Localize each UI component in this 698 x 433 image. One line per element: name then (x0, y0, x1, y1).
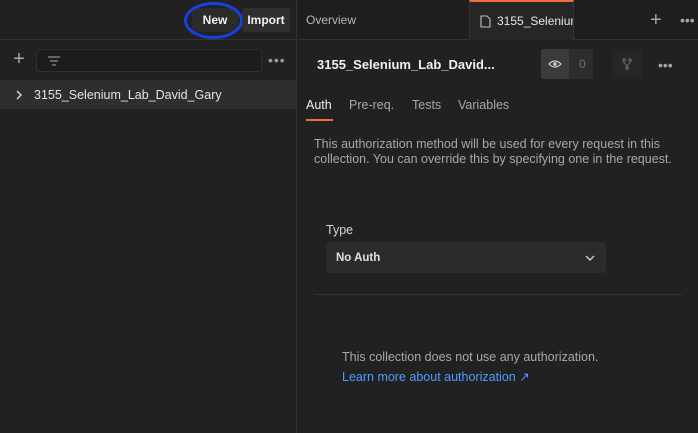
sidebar-item-collection[interactable]: 3155_Selenium_Lab_David_Gary (0, 80, 297, 109)
filter-input[interactable] (36, 49, 262, 72)
main-pane: Overview 3155_Selenium_Lab_David_Gary + … (298, 0, 698, 433)
new-button[interactable]: New (192, 8, 238, 32)
fork-icon (622, 58, 632, 70)
tab-overview[interactable]: Overview (306, 13, 356, 27)
subtab-bar: Auth Pre-req. Tests Variables (298, 90, 698, 121)
watch-button[interactable]: 0 (541, 49, 593, 79)
tab-collection-label: 3155_Selenium_Lab_David_Gary (497, 14, 573, 28)
chevron-down-icon (585, 255, 595, 261)
more-options-icon[interactable]: ••• (268, 52, 286, 68)
header-more-icon[interactable]: ••• (658, 57, 673, 73)
fork-button[interactable] (612, 49, 642, 79)
active-tab-indicator (306, 119, 333, 121)
document-icon (480, 14, 491, 28)
auth-description: This authorization method will be used f… (314, 137, 672, 166)
learn-more-link[interactable]: Learn more about authorization ↗ (342, 369, 530, 384)
tab-more-icon[interactable]: ••• (680, 12, 695, 28)
tab-tests[interactable]: Tests (412, 98, 441, 112)
tab-variables[interactable]: Variables (458, 98, 509, 112)
import-button[interactable]: Import (242, 8, 290, 32)
chevron-right-icon[interactable] (14, 89, 24, 100)
divider (314, 294, 682, 295)
collection-name: 3155_Selenium_Lab_David_Gary (34, 87, 222, 102)
type-label: Type (326, 223, 354, 237)
eye-icon (541, 49, 569, 79)
collection-header: 3155_Selenium_Lab_David... 0 ••• (298, 40, 698, 90)
sidebar-toolbar: New Import (0, 0, 296, 40)
page-title: 3155_Selenium_Lab_David... (317, 57, 495, 72)
auth-type-select[interactable]: No Auth (326, 242, 606, 273)
tab-collection[interactable]: 3155_Selenium_Lab_David_Gary (469, 0, 574, 40)
add-collection-icon[interactable]: + (10, 49, 28, 69)
tab-auth[interactable]: Auth (306, 98, 332, 112)
tab-pre-req[interactable]: Pre-req. (349, 98, 394, 112)
filter-icon (48, 56, 60, 66)
no-auth-message: This collection does not use any authori… (342, 350, 599, 364)
watch-count: 0 (579, 57, 586, 71)
sidebar: New Import + ••• 3155_Selenium_Lab_David… (0, 0, 297, 433)
auth-type-value: No Auth (336, 251, 381, 264)
sidebar-tools: + ••• (0, 40, 296, 80)
new-tab-icon[interactable]: + (650, 9, 662, 32)
tab-bar: Overview 3155_Selenium_Lab_David_Gary + … (298, 0, 698, 40)
